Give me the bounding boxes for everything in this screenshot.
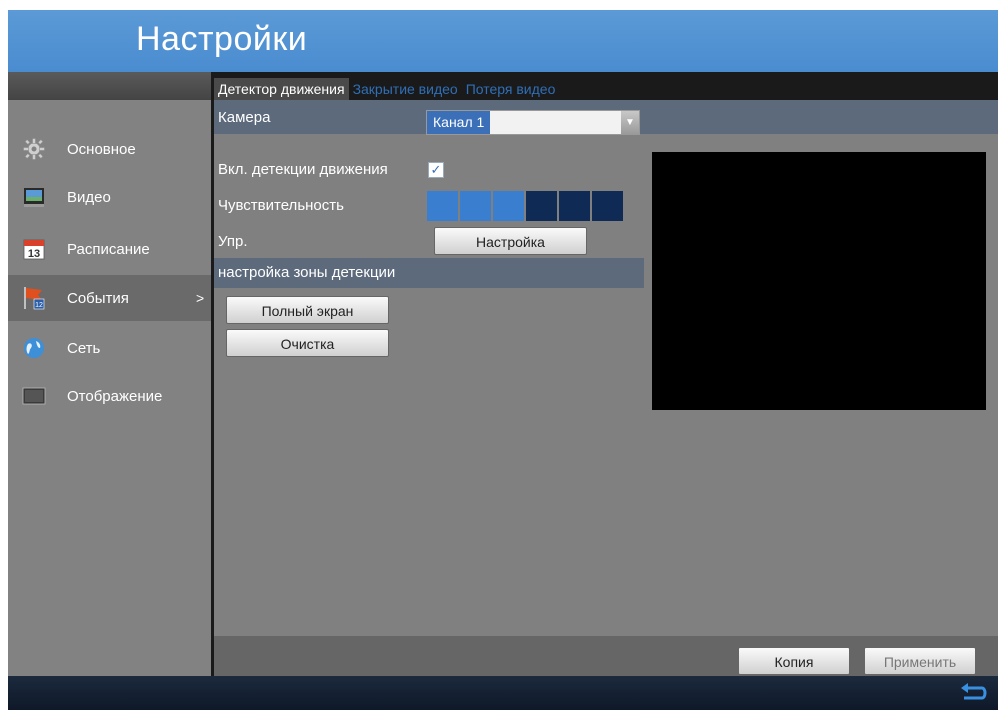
camera-preview[interactable]	[652, 152, 986, 410]
sensitivity-slider[interactable]	[427, 191, 625, 221]
sidebar-item-video[interactable]: Видео	[8, 174, 211, 220]
sidebar-item-label: Отображение	[67, 387, 163, 405]
sensitivity-segment[interactable]	[592, 191, 623, 221]
back-arrow-icon[interactable]	[958, 682, 988, 704]
zone-settings-title: настройка зоны детекции	[218, 264, 396, 281]
setup-button[interactable]: Настройка	[434, 227, 587, 255]
sidebar-item-label: События	[67, 289, 129, 307]
sensitivity-label: Чувствительность	[218, 197, 344, 214]
sensitivity-segment[interactable]	[526, 191, 557, 221]
camera-row: Камера Канал 1 ▼	[214, 100, 998, 135]
motion-detection-panel: Камера Канал 1 ▼ Вкл. детекции движения …	[214, 100, 998, 676]
sidebar-item-label: Видео	[67, 188, 111, 206]
tab-video-tampering[interactable]: Закрытие видео	[349, 78, 462, 100]
zone-settings-header: настройка зоны детекции	[214, 258, 644, 288]
chevron-right-icon: >	[196, 290, 205, 306]
camera-label: Камера	[218, 109, 271, 126]
sensitivity-segment[interactable]	[493, 191, 524, 221]
copy-button[interactable]: Копия	[738, 647, 850, 675]
display-icon	[22, 387, 46, 405]
sensitivity-segment[interactable]	[460, 191, 491, 221]
bottom-bar	[8, 676, 998, 710]
calendar-icon: 13	[23, 239, 45, 260]
tab-motion-detection[interactable]: Детектор движения	[214, 78, 349, 100]
tab-video-loss[interactable]: Потеря видео	[462, 78, 560, 100]
camera-select-value: Канал 1	[427, 111, 491, 134]
sidebar-item-network[interactable]: Сеть	[8, 325, 211, 371]
sensitivity-segment[interactable]	[559, 191, 590, 221]
sidebar: Основное Видео 13 Расписание 12 События …	[8, 100, 211, 676]
sidebar-item-events[interactable]: 12 События >	[8, 275, 211, 321]
page-title: Настройки	[136, 20, 308, 58]
sidebar-item-display[interactable]: Отображение	[8, 373, 211, 419]
svg-text:13: 13	[28, 248, 40, 260]
motion-enable-label: Вкл. детекции движения	[218, 161, 388, 178]
apply-button[interactable]: Применить	[864, 647, 976, 675]
chevron-down-icon: ▼	[621, 111, 639, 134]
network-globe-icon	[24, 338, 44, 358]
footer-bar: Копия Применить	[214, 636, 998, 676]
sidebar-item-schedule[interactable]: 13 Расписание	[8, 226, 211, 272]
camera-select[interactable]: Канал 1 ▼	[426, 110, 640, 135]
sensitivity-segment[interactable]	[427, 191, 458, 221]
sidebar-item-label: Основное	[67, 140, 136, 158]
sidebar-item-label: Сеть	[67, 339, 101, 357]
video-icon	[24, 188, 44, 207]
settings-window: Настройки Детектор движения Закрытие вид…	[8, 10, 998, 710]
svg-text:12: 12	[35, 302, 43, 309]
events-flag-icon: 12	[24, 287, 45, 310]
title-bar: Настройки	[8, 10, 998, 72]
handling-label: Упр.	[218, 233, 248, 250]
tab-strip-left	[8, 72, 211, 100]
tab-bar: Детектор движения Закрытие видео Потеря …	[214, 78, 559, 100]
motion-enable-checkbox[interactable]: ✓	[428, 162, 444, 178]
gear-icon	[23, 138, 45, 160]
clear-button[interactable]: Очистка	[226, 329, 389, 357]
sidebar-item-general[interactable]: Основное	[8, 126, 211, 172]
fullscreen-button[interactable]: Полный экран	[226, 296, 389, 324]
sidebar-item-label: Расписание	[67, 240, 150, 258]
